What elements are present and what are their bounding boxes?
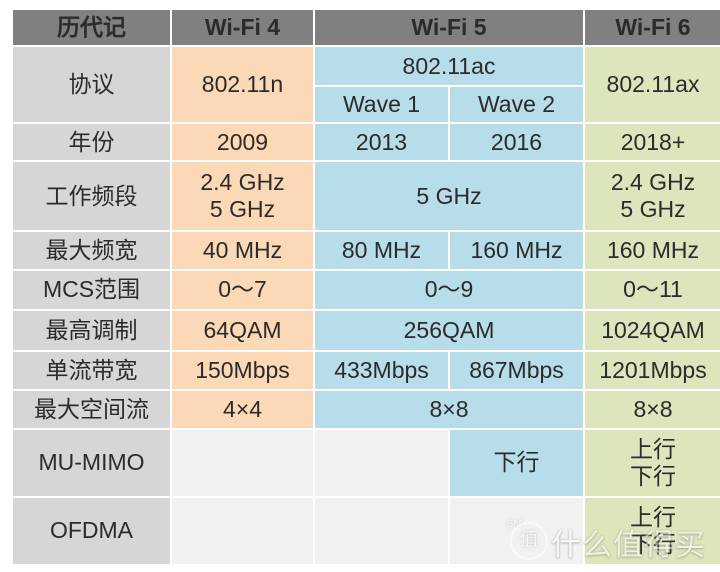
cell-modulation-wifi6: 1024QAM xyxy=(585,310,720,350)
cell-ofdma-wifi6-line2: 下行 xyxy=(630,530,676,557)
cell-stream-bandwidth-wifi5-wave2: 867Mbps xyxy=(450,351,583,389)
table-row-ofdma: OFDMA 上行 下行 xyxy=(13,497,720,564)
table-row-mcs: MCS范围 0～7 0～9 0～11 xyxy=(13,271,720,309)
table-row-band: 工作频段 2.4 GHz 5 GHz 5 GHz 2.4 GHz 5 GHz xyxy=(13,162,720,231)
cell-bandwidth-wifi5-wave2: 160 MHz xyxy=(450,232,583,270)
cell-protocol-wifi4: 802.11n xyxy=(172,47,313,123)
row-label-band: 工作频段 xyxy=(13,162,170,231)
cell-band-wifi4: 2.4 GHz 5 GHz xyxy=(172,162,313,231)
cell-modulation-wifi4: 64QAM xyxy=(172,310,313,350)
cell-mu-mimo-wifi6-line1: 上行 xyxy=(630,435,676,462)
row-label-stream-bandwidth: 单流带宽 xyxy=(13,351,170,389)
table-row-modulation: 最高调制 64QAM 256QAM 1024QAM xyxy=(13,310,720,350)
cell-mcs-wifi4: 0～7 xyxy=(172,271,313,309)
row-label-protocol: 协议 xyxy=(13,47,170,123)
cell-ofdma-wifi5-wave1 xyxy=(315,497,448,564)
cell-band-wifi6: 2.4 GHz 5 GHz xyxy=(585,162,720,231)
cell-year-wifi4: 2009 xyxy=(172,124,313,161)
wifi-generations-table: 历代记 Wi-Fi 4 Wi-Fi 5 Wi-Fi 6 协议 802.11n 8… xyxy=(11,8,720,566)
cell-stream-bandwidth-wifi5-wave1: 433Mbps xyxy=(315,351,448,389)
row-label-mcs: MCS范围 xyxy=(13,271,170,309)
cell-mu-mimo-wifi5-wave2: 下行 xyxy=(450,429,583,496)
cell-modulation-wifi5: 256QAM xyxy=(315,310,583,350)
table-row-stream-bandwidth: 单流带宽 150Mbps 433Mbps 867Mbps 1201Mbps xyxy=(13,351,720,389)
row-label-spatial-streams: 最大空间流 xyxy=(13,390,170,428)
cell-ofdma-wifi6-line1: 上行 xyxy=(630,503,676,530)
cell-protocol-wifi5-wave2: Wave 2 xyxy=(450,87,583,123)
cell-band-wifi5: 5 GHz xyxy=(315,162,583,231)
header-wifi6: Wi-Fi 6 xyxy=(585,10,720,46)
header-corner-label: 历代记 xyxy=(13,10,170,46)
cell-mu-mimo-wifi4 xyxy=(172,429,313,496)
wifi-generations-table-container: 历代记 Wi-Fi 4 Wi-Fi 5 Wi-Fi 6 协议 802.11n 8… xyxy=(0,0,720,572)
table-row-protocol-top: 协议 802.11n 802.11ac 802.11ax xyxy=(13,47,720,123)
cell-band-wifi6-line1: 2.4 GHz xyxy=(610,169,696,196)
cell-band-wifi4-line1: 2.4 GHz xyxy=(200,169,285,196)
table-row-mu-mimo: MU-MIMO 下行 上行 下行 xyxy=(13,429,720,496)
cell-mcs-wifi6: 0～11 xyxy=(585,271,720,309)
table-row-year: 年份 2009 2013 2016 2018+ xyxy=(13,124,720,161)
cell-bandwidth-wifi4: 40 MHz xyxy=(172,232,313,270)
cell-mu-mimo-wifi6-line2: 下行 xyxy=(630,462,676,489)
cell-spatial-streams-wifi5: 8×8 xyxy=(315,390,583,428)
cell-ofdma-wifi4 xyxy=(172,497,313,564)
row-label-mu-mimo: MU-MIMO xyxy=(13,429,170,496)
cell-ofdma-wifi6: 上行 下行 xyxy=(585,497,720,564)
table-header-row: 历代记 Wi-Fi 4 Wi-Fi 5 Wi-Fi 6 xyxy=(13,10,720,46)
row-label-ofdma: OFDMA xyxy=(13,497,170,564)
cell-protocol-wifi5: 802.11ac xyxy=(315,47,583,86)
cell-spatial-streams-wifi4: 4×4 xyxy=(172,390,313,428)
cell-bandwidth-wifi5-wave1: 80 MHz xyxy=(315,232,448,270)
header-wifi4: Wi-Fi 4 xyxy=(172,10,313,46)
row-label-modulation: 最高调制 xyxy=(13,310,170,350)
cell-protocol-wifi6: 802.11ax xyxy=(585,47,720,123)
cell-band-wifi6-line2: 5 GHz xyxy=(620,196,686,223)
cell-mu-mimo-wifi5-wave1 xyxy=(315,429,448,496)
cell-mu-mimo-wifi6: 上行 下行 xyxy=(585,429,720,496)
cell-year-wifi5-wave2: 2016 xyxy=(450,124,583,161)
cell-band-wifi4-line2: 5 GHz xyxy=(209,196,276,223)
header-wifi5: Wi-Fi 5 xyxy=(315,10,583,46)
row-label-year: 年份 xyxy=(13,124,170,161)
cell-year-wifi5-wave1: 2013 xyxy=(315,124,448,161)
cell-spatial-streams-wifi6: 8×8 xyxy=(585,390,720,428)
cell-stream-bandwidth-wifi6: 1201Mbps xyxy=(585,351,720,389)
cell-ofdma-wifi5-wave2 xyxy=(450,497,583,564)
cell-stream-bandwidth-wifi4: 150Mbps xyxy=(172,351,313,389)
table-row-spatial-streams: 最大空间流 4×4 8×8 8×8 xyxy=(13,390,720,428)
cell-year-wifi6: 2018+ xyxy=(585,124,720,161)
row-label-bandwidth: 最大频宽 xyxy=(13,232,170,270)
cell-protocol-wifi5-wave1: Wave 1 xyxy=(315,87,448,123)
cell-bandwidth-wifi6: 160 MHz xyxy=(585,232,720,270)
cell-mcs-wifi5: 0～9 xyxy=(315,271,583,309)
table-row-bandwidth: 最大频宽 40 MHz 80 MHz 160 MHz 160 MHz xyxy=(13,232,720,270)
